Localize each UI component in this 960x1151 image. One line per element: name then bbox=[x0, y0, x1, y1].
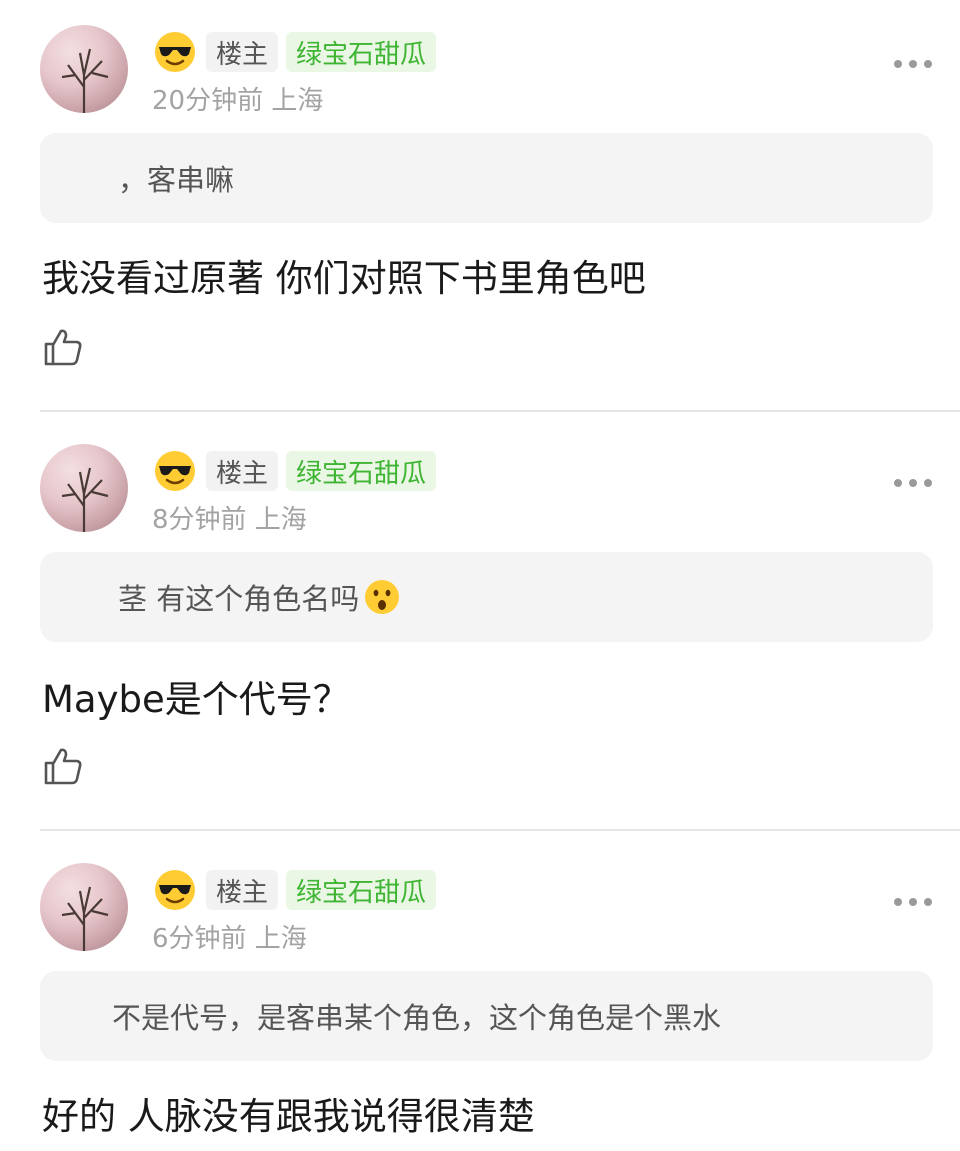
op-badge: 楼主 bbox=[206, 870, 279, 910]
comment-text: Maybe是个代号？ bbox=[42, 678, 350, 721]
avatar[interactable] bbox=[40, 25, 128, 113]
more-options-icon[interactable] bbox=[894, 898, 932, 906]
sunglasses-emoji-icon bbox=[152, 29, 198, 75]
comment-text: 好的 人脉没有跟我说得很清楚 bbox=[42, 1095, 535, 1138]
like-icon[interactable] bbox=[42, 745, 84, 787]
comment-text: 我没看过原著 你们对照下书里角色吧 bbox=[42, 257, 646, 300]
quoted-reply[interactable]: ，客串嘛 bbox=[40, 133, 933, 223]
more-options-icon[interactable] bbox=[894, 60, 932, 68]
post-meta: 8分钟前 上海 bbox=[152, 505, 307, 535]
op-badge: 楼主 bbox=[206, 451, 279, 491]
username[interactable]: 绿宝石甜瓜 bbox=[286, 32, 437, 72]
divider bbox=[40, 829, 960, 831]
quoted-reply[interactable]: 茎 有这个角色名吗 bbox=[40, 552, 933, 642]
quote-text: 茎 有这个角色名吗 bbox=[118, 582, 360, 616]
post-meta: 6分钟前 上海 bbox=[152, 924, 307, 954]
divider bbox=[40, 410, 960, 412]
avatar[interactable] bbox=[40, 444, 128, 532]
sunglasses-emoji-icon bbox=[152, 448, 198, 494]
quote-text: 不是代号，是客串某个角色，这个角色是个黑水 bbox=[112, 1001, 722, 1035]
avatar[interactable] bbox=[40, 863, 128, 951]
quote-text: ，客串嘛 bbox=[118, 163, 235, 197]
post-meta: 20分钟前 上海 bbox=[152, 86, 324, 116]
quoted-reply[interactable]: 不是代号，是客串某个角色，这个角色是个黑水 bbox=[40, 971, 933, 1061]
op-badge: 楼主 bbox=[206, 32, 279, 72]
username[interactable]: 绿宝石甜瓜 bbox=[286, 451, 437, 491]
more-options-icon[interactable] bbox=[894, 479, 932, 487]
surprised-emoji-icon bbox=[363, 578, 401, 616]
sunglasses-emoji-icon bbox=[152, 867, 198, 913]
username[interactable]: 绿宝石甜瓜 bbox=[286, 870, 437, 910]
like-icon[interactable] bbox=[42, 326, 84, 368]
